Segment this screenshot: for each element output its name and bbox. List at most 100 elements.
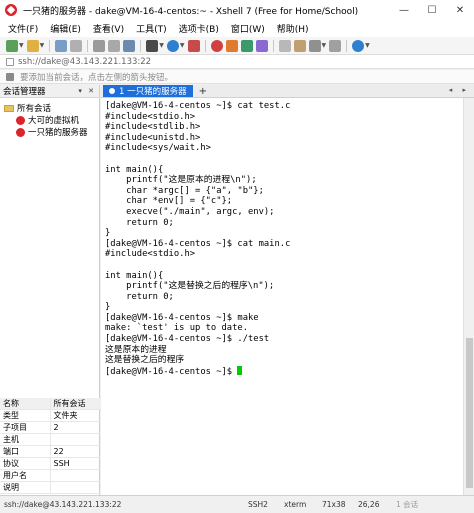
status-protocol: SSH2 — [248, 500, 268, 509]
terminal-line: } — [105, 302, 111, 313]
layout-icon[interactable] — [308, 39, 321, 52]
tab-nav-arrows[interactable]: ◂ ▸ — [449, 86, 470, 94]
terminal-line: } — [105, 228, 111, 239]
table-row[interactable]: 用户名 — [0, 469, 100, 483]
terminal-prompt-line: [dake@VM-16-4-centos ~]$ — [105, 365, 463, 377]
table-row[interactable]: 子项目 2 — [0, 421, 100, 435]
status-bar: ssh://dake@43.143.221.133:22 SSH2 xterm … — [0, 495, 474, 513]
tab-bar: 1 一只猪的服务器 + ◂ ▸ — [101, 85, 474, 98]
address-lock-icon — [6, 57, 14, 66]
folder-icon — [4, 104, 14, 112]
terminal-scrollbar[interactable] — [463, 98, 474, 495]
menu-window[interactable]: 窗口(W) — [231, 22, 265, 35]
xftp-icon[interactable] — [225, 39, 238, 52]
terminal-line: make: `test' is up to date. — [105, 323, 248, 334]
status-size: 71x38 — [322, 500, 346, 509]
table-row[interactable]: 说明 — [0, 481, 100, 495]
session-manager-panel: 会话管理器 ▾ ✕ 所有会话 大可的虚拟机 一只猪的服务器 名称 所有会话 类型… — [0, 85, 100, 495]
terminal-line: #include<sys/wait.h> — [105, 143, 211, 154]
table-row[interactable]: 协议 SSH — [0, 457, 100, 471]
table-row[interactable]: 主机 — [0, 433, 100, 447]
transfer-icon[interactable] — [240, 39, 253, 52]
xshell-logo-icon — [5, 4, 17, 16]
terminal-line: #include<stdio.h> — [105, 249, 196, 260]
terminal-line: [dake@VM-16-4-centos ~]$ cat main.c — [105, 238, 291, 249]
status-cursor-position: 26,26 — [358, 500, 380, 509]
menu-help[interactable]: 帮助(H) — [277, 22, 309, 35]
new-tab-button[interactable]: + — [199, 86, 207, 97]
disconnect-icon[interactable] — [70, 39, 83, 52]
paste-icon[interactable] — [108, 39, 121, 52]
font-icon[interactable] — [187, 39, 200, 52]
terminal-line: char *argc[] = {"a", "b"}; — [105, 185, 264, 196]
terminal-line: [dake@VM-16-4-centos ~]$ ./test — [105, 334, 270, 345]
tree-item-session[interactable]: 一只猪的服务器 — [0, 126, 99, 138]
new-session-icon[interactable] — [6, 39, 18, 52]
terminal-line: printf("这是原本的进程\n"); — [105, 175, 257, 186]
open-folder-icon[interactable] — [26, 39, 39, 52]
xshell-icon[interactable] — [210, 39, 223, 52]
menu-edit[interactable]: 编辑(E) — [50, 22, 81, 35]
tab-status-icon — [109, 88, 115, 94]
session-manager-header: 会话管理器 ▾ ✕ — [0, 85, 99, 98]
hint-text: 要添加当前会话，点击左侧的箭头按钮。 — [20, 72, 174, 83]
session-icon — [16, 115, 25, 125]
tree-item-label: 一只猪的服务器 — [28, 128, 88, 138]
keyboard-icon[interactable] — [278, 39, 291, 52]
menu-view[interactable]: 查看(V) — [93, 22, 124, 35]
terminal-cursor — [237, 365, 243, 375]
xshell-window: 一只猪的服务器 - dake@VM-16-4-centos:~ - Xshell… — [0, 0, 474, 513]
tree-item-session[interactable]: 大可的虚拟机 — [0, 114, 99, 126]
globe-icon[interactable] — [166, 39, 179, 52]
copy-icon[interactable] — [93, 39, 106, 52]
terminal-line: char *env[] = {"c"}; — [105, 196, 233, 207]
terminal-line: int main(){ — [105, 164, 164, 175]
scrollbar-thumb[interactable] — [466, 338, 473, 488]
session-icon — [16, 127, 25, 137]
link-icon[interactable] — [55, 39, 68, 52]
hint-bar: 要添加当前会话，点击左侧的箭头按钮。 — [0, 70, 474, 84]
terminal-icon[interactable] — [146, 39, 159, 52]
script-icon[interactable] — [255, 39, 268, 52]
terminal-line: return 0; — [105, 217, 174, 228]
maximize-button[interactable]: ☐ — [418, 0, 446, 20]
terminal-line: return 0; — [105, 291, 174, 302]
properties-table: 名称 所有会话 类型 文件夹 子项目 2 主机 端口 22 协议 SSH 用户名 说明 — [0, 398, 100, 495]
terminal-output[interactable]: [dake@VM-16-4-centos ~]$ cat test.c #incl… — [101, 98, 463, 495]
tree-item-all-sessions[interactable]: 所有会话 — [0, 102, 99, 114]
terminal-line: int main(){ — [105, 270, 164, 281]
close-button[interactable]: ✕ — [446, 0, 474, 20]
address-bar — [0, 55, 474, 69]
window-controls: — ☐ ✕ — [390, 0, 474, 20]
minimize-button[interactable]: — — [390, 0, 418, 20]
menu-tools[interactable]: 工具(T) — [136, 22, 167, 35]
terminal-line: [dake@VM-16-4-centos ~]$ make — [105, 312, 259, 323]
tree-item-label: 所有会话 — [17, 104, 52, 114]
tab-session[interactable]: 1 一只猪的服务器 — [103, 85, 193, 97]
status-sessions: 1 会话 — [396, 500, 419, 509]
panel-controls[interactable]: ▾ ✕ — [78, 87, 96, 95]
fullscreen-icon[interactable] — [329, 39, 342, 52]
help-icon[interactable] — [352, 39, 365, 52]
address-input[interactable] — [18, 56, 398, 67]
table-row[interactable]: 端口 22 — [0, 445, 100, 459]
title-bar: 一只猪的服务器 - dake@VM-16-4-centos:~ - Xshell… — [0, 0, 474, 20]
find-icon[interactable] — [123, 39, 136, 52]
lock-icon[interactable] — [293, 39, 306, 52]
menu-tab[interactable]: 选项卡(B) — [179, 22, 219, 35]
terminal-line: #include<unistd.h> — [105, 132, 201, 143]
status-terminal-type: xterm — [284, 500, 307, 509]
table-row[interactable]: 类型 文件夹 — [0, 409, 100, 423]
terminal-line: #include<stdio.h> — [105, 111, 196, 122]
terminal-line: 这是替换之后的程序 — [105, 355, 185, 366]
terminal-line: #include<stdlib.h> — [105, 122, 201, 133]
table-row: 名称 所有会话 — [0, 398, 100, 411]
window-title: 一只猪的服务器 - dake@VM-16-4-centos:~ - Xshell… — [23, 6, 359, 17]
bookmark-icon[interactable] — [6, 72, 14, 81]
session-manager-title: 会话管理器 — [3, 87, 46, 97]
terminal-line: [dake@VM-16-4-centos ~]$ cat test.c — [105, 101, 291, 111]
session-tree: 所有会话 大可的虚拟机 一只猪的服务器 — [0, 98, 99, 138]
status-address: ssh://dake@43.143.221.133:22 — [4, 500, 122, 509]
menu-file[interactable]: 文件(F) — [8, 22, 38, 35]
